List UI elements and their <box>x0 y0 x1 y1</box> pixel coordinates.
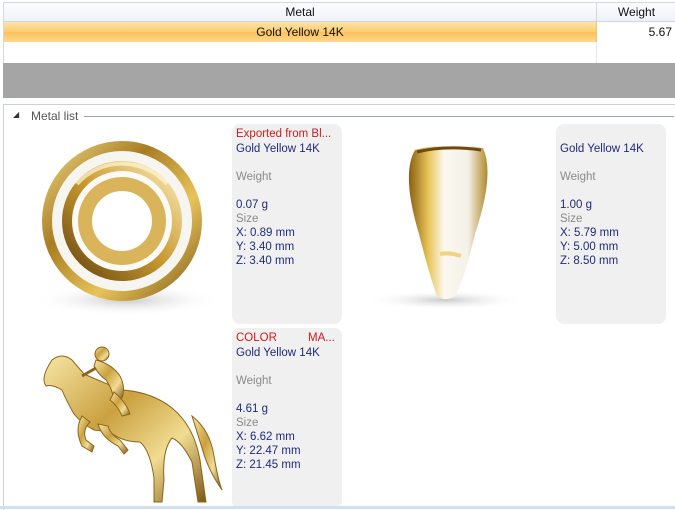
metal-list-title: Metal list <box>31 109 82 123</box>
grid-cell-metal[interactable]: Gold Yellow 14K <box>4 22 597 42</box>
card-size-y: Y: 5.00 mm <box>560 241 619 253</box>
column-header-metal[interactable]: Metal <box>4 3 597 21</box>
metal-card-2[interactable]: Gold Yellow 14K Weight 1.00 g Size X: 5.… <box>556 124 666 324</box>
metal-weight-grid: Metal Weight Gold Yellow 14K 5.67 <box>3 2 675 64</box>
card-size-z: Z: 21.45 mm <box>236 459 301 471</box>
card-weight-value: 4.61 g <box>236 403 268 415</box>
gold-ring-side-view-icon[interactable] <box>345 124 555 324</box>
card-header: Exported from Bl... <box>236 128 332 140</box>
card-size-y: Y: 22.47 mm <box>236 445 301 457</box>
card-header-right: MA... <box>308 332 335 344</box>
gold-horse-rider-figure-icon[interactable] <box>22 330 232 506</box>
grid-row-selected[interactable]: Gold Yellow 14K 5.67 <box>4 22 675 42</box>
card-size-y: Y: 3.40 mm <box>236 241 295 253</box>
card-metal-name: Gold Yellow 14K <box>560 143 644 155</box>
card-weight-value: 1.00 g <box>560 199 592 211</box>
group-divider <box>84 116 674 117</box>
gold-ring-flat-view-icon[interactable] <box>22 124 232 324</box>
collapse-triangle-icon[interactable]: ◢ <box>13 110 19 119</box>
card-size-x: X: 6.62 mm <box>236 431 295 443</box>
metal-card-1[interactable]: Exported from Bl... Gold Yellow 14K Weig… <box>232 124 342 324</box>
card-weight-label: Weight <box>236 375 272 387</box>
grid-cell-weight[interactable]: 5.67 <box>597 22 675 42</box>
metal-card-3[interactable]: COLOR= MA... Gold Yellow 14K Weight 4.61… <box>232 328 342 509</box>
card-metal-name: Gold Yellow 14K <box>236 347 320 359</box>
card-header-left: COLOR= <box>236 332 276 344</box>
card-size-x: X: 5.79 mm <box>560 227 619 239</box>
column-header-weight[interactable]: Weight <box>597 3 675 21</box>
card-metal-name: Gold Yellow 14K <box>236 143 320 155</box>
card-size-x: X: 0.89 mm <box>236 227 295 239</box>
card-size-label: Size <box>236 213 259 225</box>
grid-header: Metal Weight <box>4 3 675 22</box>
card-size-z: Z: 3.40 mm <box>236 255 295 267</box>
empty-gray-area <box>3 63 675 98</box>
card-size-label: Size <box>236 417 259 429</box>
card-weight-label: Weight <box>560 171 596 183</box>
card-weight-value: 0.07 g <box>236 199 268 211</box>
grid-row-empty[interactable] <box>4 43 675 63</box>
card-size-label: Size <box>560 213 583 225</box>
card-weight-label: Weight <box>236 171 272 183</box>
card-size-z: Z: 8.50 mm <box>560 255 619 267</box>
